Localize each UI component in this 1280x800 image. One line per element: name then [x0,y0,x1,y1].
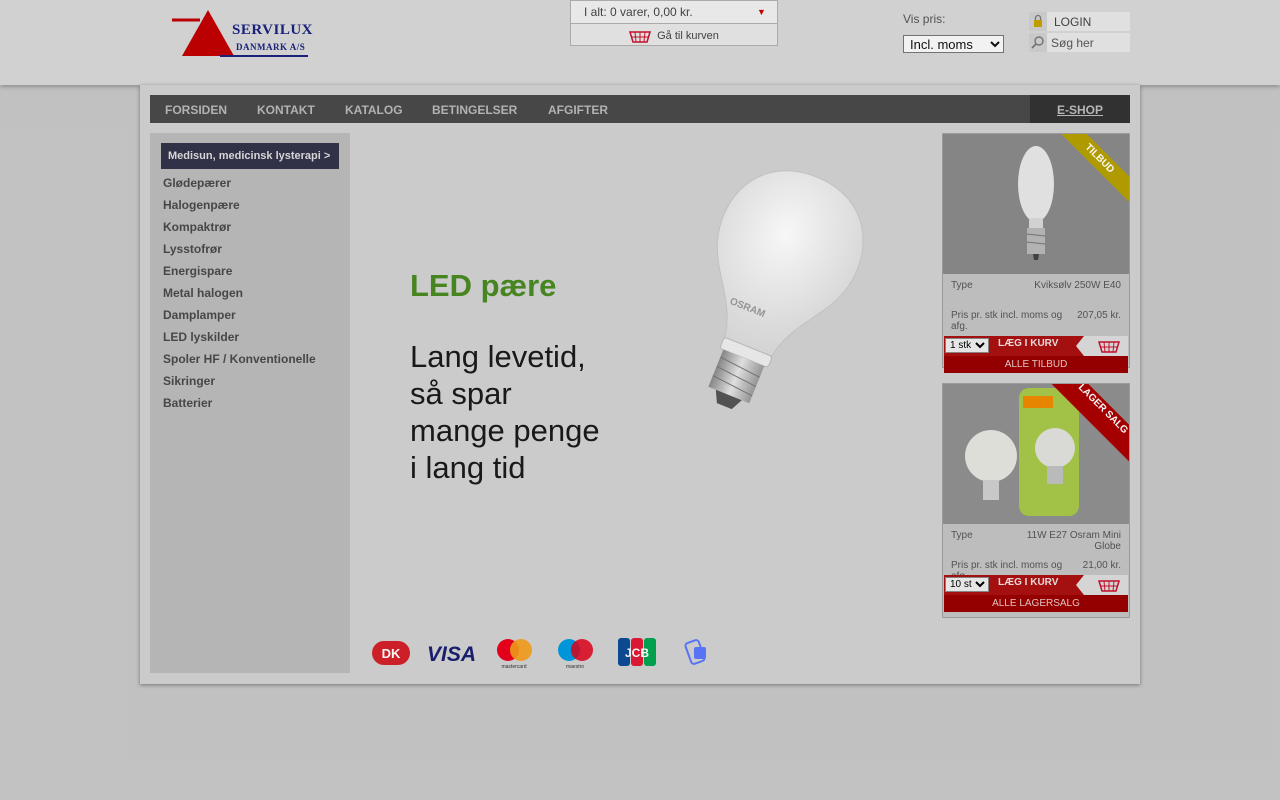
offer-price: 207,05 kr. [1077,310,1121,321]
visa-icon: VISA [427,643,476,666]
sidebar-item-sikringer[interactable]: Sikringer [163,372,316,394]
all-lagersalg-link[interactable]: ALLE LAGERSALG [944,595,1128,612]
search-input[interactable] [1051,35,1127,50]
offer-add-bar: 10 st LÆG I KURV [944,575,1128,595]
basket-icon [1098,341,1120,353]
offer-card-lagersalg: LAGER SALG Type 11W E27 Osram Mini Globe… [942,383,1130,618]
lock-icon [1029,12,1047,31]
quantity-select[interactable]: 10 st [945,577,989,592]
maestro-icon: maestro [558,639,593,670]
promo-line: i lang tid [410,450,526,485]
led-bulb-image: OSRAM [708,170,864,410]
sidebar-item-energispare[interactable]: Energispare [163,262,316,284]
sidebar-item-lysstofror[interactable]: Lysstofrør [163,240,316,262]
go-to-cart-label: Gå til kurven [657,29,719,42]
promo-banner[interactable]: LED pære Lang levetid, så spar mange pen… [350,133,932,623]
logo-subtitle: DANMARK A/S [236,42,306,52]
cart-dropdown-toggle[interactable]: ▼ [746,1,777,24]
offer-price-label: Pris pr. stk incl. moms og afg. [951,310,1063,332]
quantity-select[interactable]: 1 stk [945,338,989,353]
basket-icon [629,31,652,43]
promo-title: LED pære [410,268,557,303]
add-to-cart-icon-button[interactable] [1076,336,1128,356]
price-display-label: Vis pris: [903,12,946,26]
login-label: LOGIN [1054,15,1092,29]
category-sidebar: Medisun, medicinsk lysterapi > Glødepære… [150,133,350,673]
nav-item-betingelser[interactable]: BETINGELSER [432,103,517,117]
add-to-cart-button[interactable]: LÆG I KURV [998,338,1058,349]
mastercard-icon: mastercard [497,639,532,670]
caret-down-icon: ▼ [757,7,766,17]
svg-text:VISA: VISA [427,643,476,666]
category-list: Glødepærer Halogenpære Kompaktrør Lyssto… [163,174,316,416]
search-box [1029,33,1130,52]
promo-text: Lang levetid, så spar mange penge i lang… [410,338,600,486]
add-to-cart-button[interactable]: LÆG I KURV [998,577,1058,588]
sidebar-item-led-lyskilder[interactable]: LED lyskilder [163,328,316,350]
sidebar-item-damplamper[interactable]: Damplamper [163,306,316,328]
nav-item-katalog[interactable]: KATALOG [345,103,403,117]
nav-item-kontakt[interactable]: KONTAKT [257,103,315,117]
mini-cart: I alt: 0 varer, 0,00 kr. ▼ Gå til kurven [570,0,778,46]
offer-add-bar: 1 stk LÆG I KURV [944,336,1128,356]
offer-price: 21,00 kr. [1082,560,1121,571]
promo-line: mange penge [410,413,600,448]
offer-image[interactable]: LAGER SALG [943,384,1129,524]
add-to-cart-icon-button[interactable] [1076,575,1128,595]
svg-text:JCB: JCB [625,646,649,660]
basket-icon [1098,580,1120,592]
sidebar-item-halogenpaere[interactable]: Halogenpære [163,196,316,218]
sidebar-item-batterier[interactable]: Batterier [163,394,316,416]
cart-summary[interactable]: I alt: 0 varer, 0,00 kr. [571,1,747,24]
servilux-logo[interactable]: SERVILUX DANMARK A/S [170,8,313,58]
svg-text:maestro: maestro [566,664,584,670]
nav-item-eshop[interactable]: E-SHOP [1030,95,1130,123]
dankort-icon: DK [372,641,410,665]
go-to-cart-link[interactable]: Gå til kurven [571,25,777,46]
search-icon[interactable] [1029,33,1047,52]
nav-item-forsiden[interactable]: FORSIDEN [165,103,227,117]
svg-text:DK: DK [382,646,401,661]
sidebar-item-glodepaerer[interactable]: Glødepærer [163,174,316,196]
offer-card-tilbud: TILBUD Type Kviksølv 250W E40 Pris pr. s… [942,133,1130,373]
jcb-icon: JCB [618,638,656,666]
offer-type-label: Type [951,530,973,541]
offer-type-label: Type [951,280,973,291]
logo-name: SERVILUX [232,22,313,38]
sidebar-item-metal-halogen[interactable]: Metal halogen [163,284,316,306]
all-offers-link[interactable]: ALLE TILBUD [944,356,1128,373]
price-display-select[interactable]: Incl. moms [903,35,1004,53]
sidebar-item-kompaktror[interactable]: Kompaktrør [163,218,316,240]
offer-image[interactable]: TILBUD [943,134,1129,274]
sidebar-featured-category[interactable]: Medisun, medicinsk lysterapi > [161,143,339,169]
mobilepay-icon [684,639,706,665]
sidebar-item-spoler[interactable]: Spoler HF / Konventionelle [163,350,316,372]
nav-item-afgifter[interactable]: AFGIFTER [548,103,608,117]
promo-line: Lang levetid, [410,339,586,374]
site-header: SERVILUX DANMARK A/S I alt: 0 varer, 0,0… [0,0,1280,85]
payment-methods: DK VISA mastercard maestro JCB [372,638,706,670]
svg-text:mastercard: mastercard [501,664,526,670]
main-nav: FORSIDEN KONTAKT KATALOG BETINGELSER AFG… [150,95,1130,123]
offer-product-name: Kviksølv 250W E40 [1034,280,1121,291]
login-button[interactable]: LOGIN [1029,12,1130,31]
promo-line: så spar [410,376,512,411]
offer-product-name: 11W E27 Osram Mini Globe [1026,530,1121,552]
main-container: FORSIDEN KONTAKT KATALOG BETINGELSER AFG… [140,85,1140,684]
